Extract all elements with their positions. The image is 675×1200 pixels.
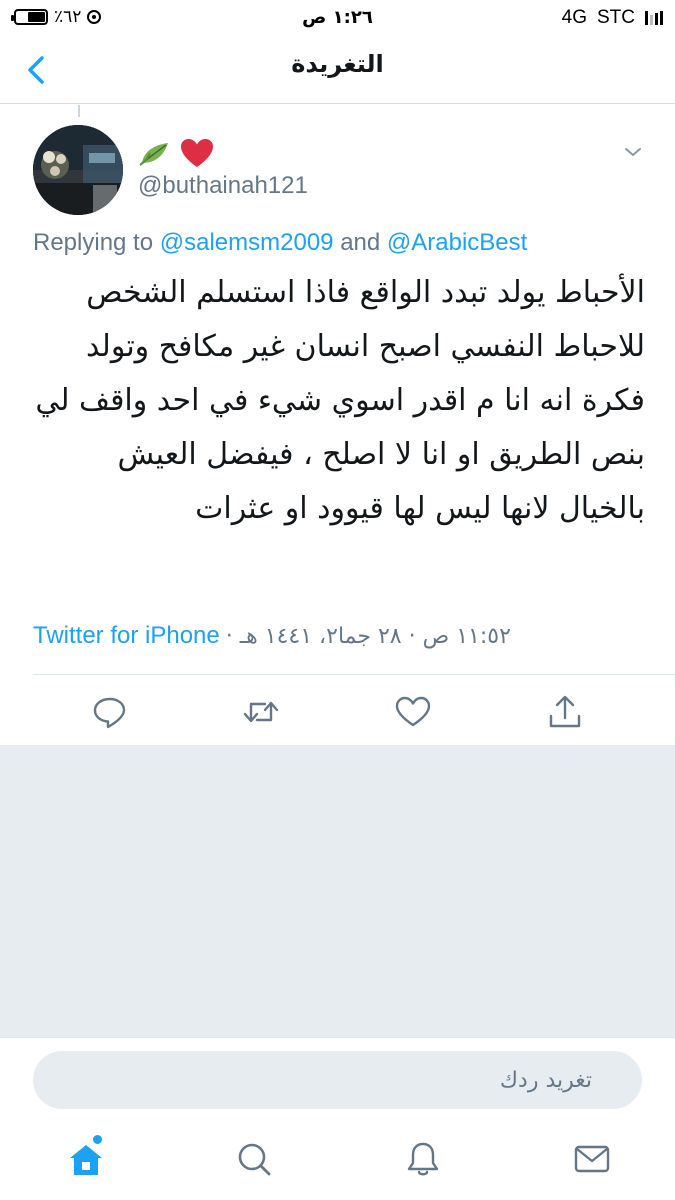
notifications-icon	[407, 1142, 439, 1176]
tweet-timestamp: ١١:٥٢ ص · ٢٨ جما٢، ١٤٤١ هـ ·	[225, 623, 511, 649]
tweet-actions	[0, 690, 675, 734]
divider	[33, 674, 675, 675]
home-icon	[70, 1145, 102, 1175]
like-button[interactable]	[391, 690, 435, 734]
signal-icon	[645, 11, 663, 25]
replying-to: Replying to @salemsm2009 and @ArabicBest	[33, 229, 527, 257]
empty-replies-area	[0, 745, 675, 1037]
tweet-detail-screen: ٪٦٢ ١:٢٦ ص 4G STC التغريدة @buthainah121…	[0, 0, 675, 1200]
avatar[interactable]	[33, 125, 123, 215]
share-button[interactable]	[543, 690, 587, 734]
tab-notifications[interactable]	[401, 1137, 445, 1181]
replying-and: and	[340, 229, 381, 256]
reply-icon	[93, 697, 126, 729]
avatar-image	[33, 125, 123, 215]
mention-link-2[interactable]: @ArabicBest	[387, 229, 527, 256]
tab-home[interactable]	[64, 1135, 108, 1181]
replying-to-label: Replying to	[33, 229, 154, 256]
carrier-name: STC	[597, 7, 635, 28]
mention-link-1[interactable]: @salemsm2009	[160, 229, 334, 256]
tweet-source-link[interactable]: Twitter for iPhone	[33, 622, 220, 650]
name-emoji-row	[138, 138, 214, 168]
reply-button[interactable]	[88, 690, 132, 734]
retweet-button[interactable]	[239, 690, 283, 734]
search-icon	[238, 1143, 271, 1176]
thread-connector	[78, 105, 80, 117]
home-notification-dot	[93, 1135, 102, 1144]
messages-icon	[574, 1145, 610, 1173]
share-icon	[549, 695, 581, 728]
reply-bar	[0, 1037, 675, 1123]
leaf-icon	[139, 143, 168, 166]
tweet-meta: Twitter for iPhone ١١:٥٢ ص · ٢٨ جما٢، ١٤…	[33, 622, 633, 650]
tab-search[interactable]	[232, 1137, 276, 1181]
reply-input[interactable]	[33, 1051, 642, 1109]
user-handle[interactable]: @buthainah121	[138, 172, 308, 200]
network-type: 4G	[561, 7, 587, 28]
status-bar-right: 4G STC	[562, 7, 663, 29]
page-title: التغريدة	[291, 50, 384, 78]
tab-bar	[0, 1123, 675, 1200]
tweet-text: الأحباط يولد تبدد الواقع فاذا استسلم الش…	[35, 275, 645, 526]
tab-messages[interactable]	[570, 1137, 614, 1181]
tweet-options-button[interactable]	[621, 140, 645, 164]
status-bar: ٪٦٢ ١:٢٦ ص 4G STC	[0, 0, 675, 36]
heart-icon	[181, 139, 213, 167]
like-icon	[395, 696, 431, 727]
chevron-down-icon	[625, 148, 641, 156]
retweet-icon	[243, 701, 279, 723]
navigation-bar: التغريدة	[0, 36, 675, 104]
